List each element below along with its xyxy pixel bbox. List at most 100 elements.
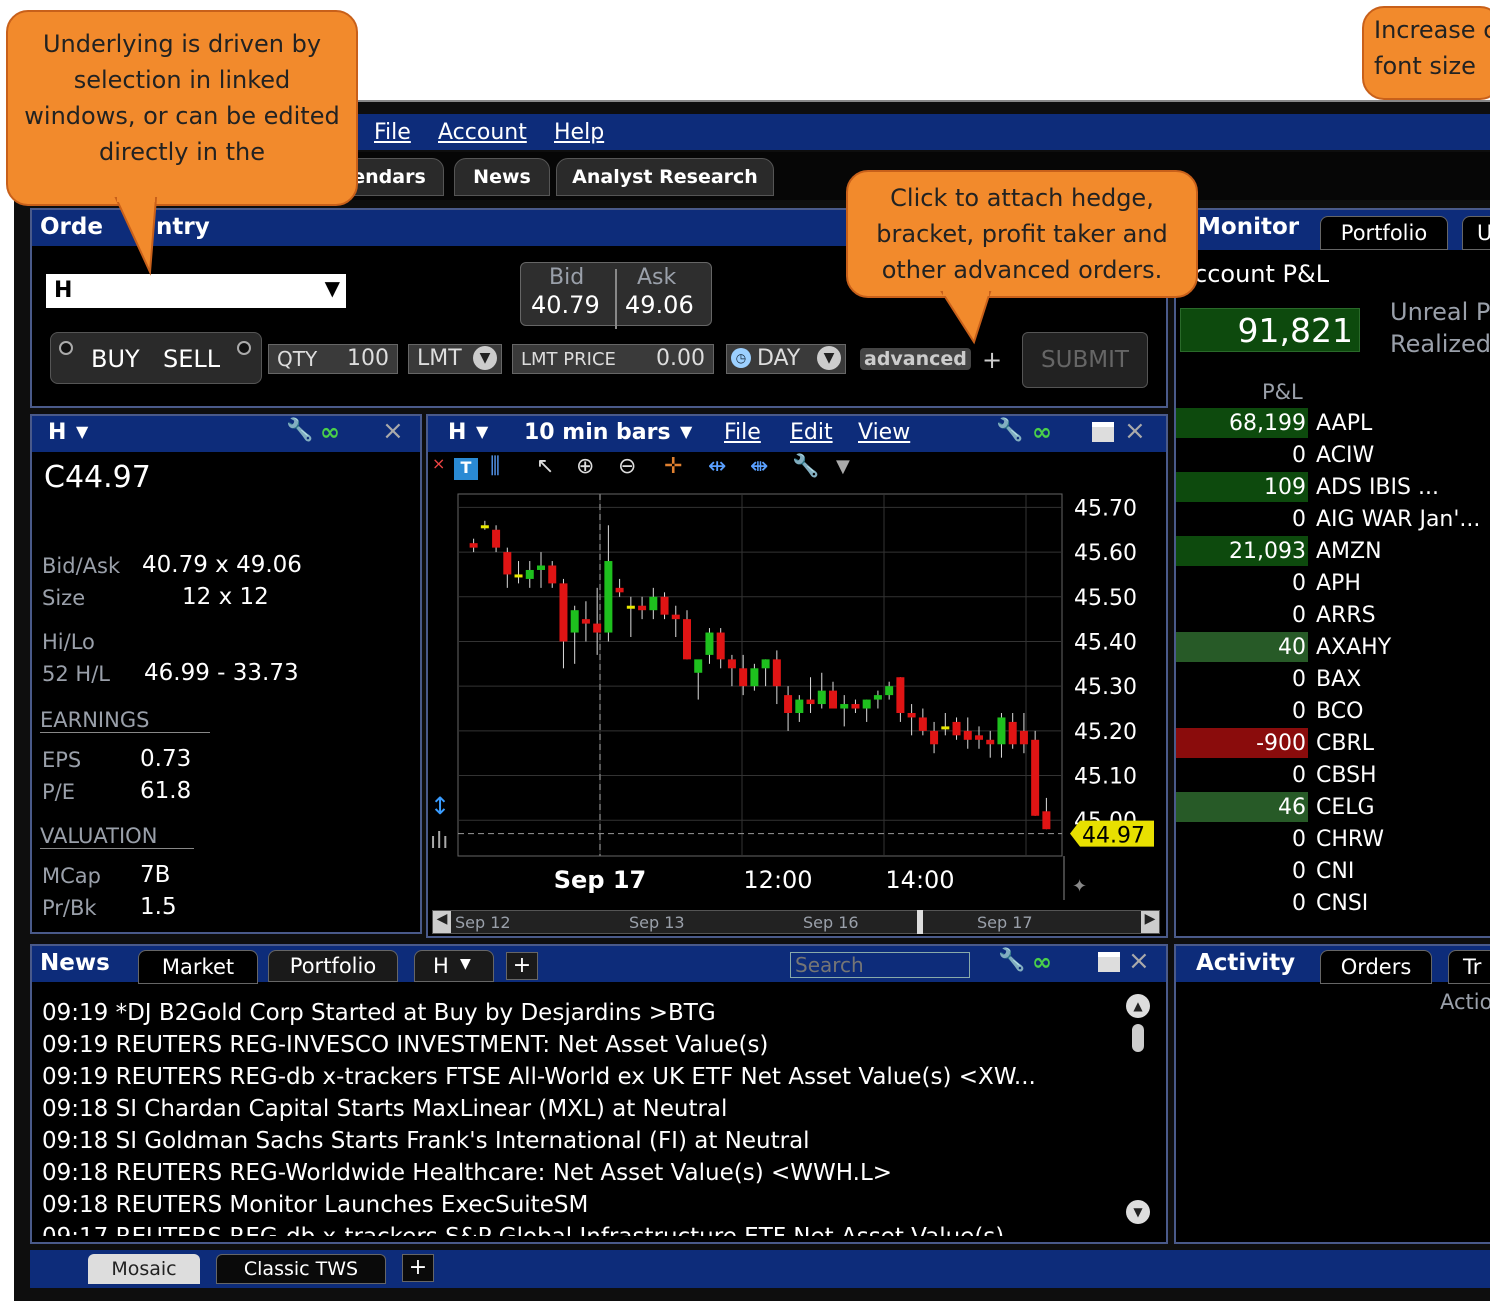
chevron-down-icon[interactable]: ▼ — [76, 422, 88, 441]
row-symbol[interactable]: BAX — [1316, 664, 1361, 696]
scroll-thumb[interactable] — [1132, 1024, 1144, 1052]
price-chart[interactable]: 45.7045.6045.5045.4045.3045.2045.1045.00… — [428, 486, 1166, 906]
row-symbol[interactable]: BCO — [1316, 696, 1363, 728]
buy-button[interactable]: BUY — [91, 345, 140, 373]
chevron-down-icon[interactable]: ▼ — [836, 456, 850, 477]
tab-h[interactable]: H — [414, 950, 494, 982]
menu-help[interactable]: Help — [554, 120, 604, 145]
chart-menu-edit[interactable]: Edit — [790, 420, 833, 445]
chevron-down-icon[interactable]: ▼ — [473, 346, 497, 370]
cursor-icon[interactable]: ↖ — [536, 454, 554, 479]
tab-portfolio[interactable]: Portfolio — [268, 950, 398, 982]
quote-symbol[interactable]: H — [48, 420, 66, 445]
chevron-down-icon[interactable]: ▼ — [460, 956, 471, 972]
crosshair-icon[interactable]: ✛ — [664, 454, 682, 479]
menu-file[interactable]: File — [374, 120, 411, 145]
monitor-row[interactable]: 0 ARRS — [1176, 600, 1490, 632]
news-scrollbar[interactable]: ▲ ▼ — [1126, 994, 1152, 1224]
advanced-button[interactable]: advanced + — [856, 346, 1006, 374]
chart-menu-file[interactable]: File — [724, 420, 761, 445]
news-headline[interactable]: 09:19 *DJ B2Gold Corp Started at Buy by … — [42, 1000, 716, 1026]
monitor-row[interactable]: 46 CELG — [1176, 792, 1490, 824]
maximize-icon[interactable] — [1092, 422, 1114, 442]
add-workspace-button[interactable]: + — [402, 1254, 434, 1282]
pl-column-header[interactable]: P&L — [1262, 380, 1303, 404]
timeline-navigator[interactable]: ◀ Sep 12 Sep 13 Sep 16 Sep 17 ▶ — [432, 910, 1160, 934]
tab-portfolio[interactable]: Portfolio — [1320, 216, 1448, 250]
lmt-price-value[interactable]: 0.00 — [656, 345, 705, 373]
news-headline[interactable]: 09:18 SI Chardan Capital Starts MaxLinea… — [42, 1096, 727, 1122]
bar-tool-icon[interactable]: ⫼ — [490, 454, 500, 479]
row-symbol[interactable]: AMZN — [1316, 536, 1382, 568]
plus-icon[interactable]: + — [982, 346, 1002, 374]
sell-radio-icon[interactable] — [237, 341, 251, 355]
tab-trades[interactable]: Tr — [1448, 950, 1490, 984]
close-icon[interactable]: × — [1124, 416, 1146, 446]
row-symbol[interactable]: ACIW — [1316, 440, 1374, 472]
close-icon[interactable]: × — [432, 454, 445, 473]
chevron-down-icon[interactable]: ▼ — [680, 422, 692, 441]
news-headline[interactable]: 09:19 REUTERS REG-db x-trackers FTSE All… — [42, 1064, 1036, 1090]
tif-select[interactable]: ◷ DAY ▼ — [726, 344, 846, 374]
maximize-icon[interactable] — [1098, 952, 1120, 972]
row-symbol[interactable]: ARRS — [1316, 600, 1376, 632]
monitor-row[interactable]: 109 ADS IBIS ... — [1176, 472, 1490, 504]
expand-icon[interactable]: ⇹ — [708, 454, 726, 479]
scroll-up-icon[interactable]: ▲ — [1126, 994, 1150, 1018]
close-icon[interactable]: × — [382, 416, 404, 446]
text-tool-icon[interactable]: T — [454, 458, 478, 480]
chevron-down-icon[interactable]: ▼ — [817, 346, 841, 370]
monitor-row[interactable]: 0 CHRW — [1176, 824, 1490, 856]
monitor-row[interactable]: 0 BCO — [1176, 696, 1490, 728]
link-icon[interactable]: ∞ — [320, 418, 340, 446]
row-symbol[interactable]: CELG — [1316, 792, 1375, 824]
scroll-right-icon[interactable]: ▶ — [1141, 911, 1159, 933]
monitor-row[interactable]: 0 CNSI — [1176, 888, 1490, 920]
monitor-row[interactable]: 40 AXAHY — [1176, 632, 1490, 664]
news-headline[interactable]: 09:19 REUTERS REG-INVESCO INVESTMENT: Ne… — [42, 1032, 768, 1058]
order-type-select[interactable]: LMT ▼ — [408, 344, 502, 374]
tab-classic-tws[interactable]: Classic TWS — [216, 1254, 386, 1284]
monitor-row[interactable]: -900 CBRL — [1176, 728, 1490, 760]
row-symbol[interactable]: CNI — [1316, 856, 1354, 888]
range-handle[interactable] — [917, 910, 923, 934]
action-column-header[interactable]: Actio — [1440, 990, 1490, 1014]
news-headline[interactable]: 09:18 REUTERS REG-Worldwide Healthcare: … — [42, 1160, 892, 1186]
monitor-row[interactable]: 0 BAX — [1176, 664, 1490, 696]
row-symbol[interactable]: CBSH — [1316, 760, 1377, 792]
chart-menu-view[interactable]: View — [858, 420, 910, 445]
scroll-down-icon[interactable]: ▼ — [1126, 1200, 1150, 1224]
menu-account[interactable]: Account — [438, 120, 527, 145]
tab-orders[interactable]: Orders — [1320, 950, 1432, 984]
close-icon[interactable]: × — [1128, 946, 1150, 976]
bid-value[interactable]: 40.79 — [531, 291, 600, 319]
row-symbol[interactable]: CHRW — [1316, 824, 1384, 856]
news-headline[interactable]: 09:18 SI Goldman Sachs Starts Frank's In… — [42, 1128, 810, 1154]
tab-mosaic[interactable]: Mosaic — [88, 1254, 200, 1284]
compress-icon[interactable]: ⇼ — [750, 454, 768, 479]
bar-size-select[interactable]: 10 min bars — [524, 420, 671, 445]
row-symbol[interactable]: AIG WAR Jan'... — [1316, 504, 1480, 536]
monitor-row[interactable]: 0 CNI — [1176, 856, 1490, 888]
sell-button[interactable]: SELL — [163, 345, 220, 373]
monitor-row[interactable]: 0 ACIW — [1176, 440, 1490, 472]
qty-value[interactable]: 100 — [347, 345, 389, 373]
zoom-out-icon[interactable]: ⊖ — [618, 454, 636, 479]
news-headline[interactable]: 09:17 REUTERS REG-db x-trackers S&P Glob… — [42, 1224, 1004, 1236]
monitor-row[interactable]: 68,199 AAPL — [1176, 408, 1490, 440]
tab-market[interactable]: Market — [138, 950, 258, 984]
monitor-row[interactable]: 0 APH — [1176, 568, 1490, 600]
scroll-left-icon[interactable]: ◀ — [433, 911, 451, 933]
row-symbol[interactable]: AAPL — [1316, 408, 1372, 440]
monitor-row[interactable]: 0 CBSH — [1176, 760, 1490, 792]
news-headline[interactable]: 09:18 REUTERS Monitor Launches ExecSuite… — [42, 1192, 588, 1218]
row-symbol[interactable]: CNSI — [1316, 888, 1368, 920]
symbol-input[interactable]: H ▼ — [46, 274, 346, 308]
wrench-icon[interactable]: 🔧 — [998, 948, 1025, 973]
tab-news[interactable]: News — [454, 158, 550, 196]
link-icon[interactable]: ∞ — [1032, 418, 1052, 446]
monitor-row[interactable]: 0 AIG WAR Jan'... — [1176, 504, 1490, 536]
buy-radio-icon[interactable] — [59, 341, 73, 355]
ask-value[interactable]: 49.06 — [625, 291, 694, 319]
lmt-price-field[interactable]: LMT PRICE 0.00 — [512, 344, 714, 374]
